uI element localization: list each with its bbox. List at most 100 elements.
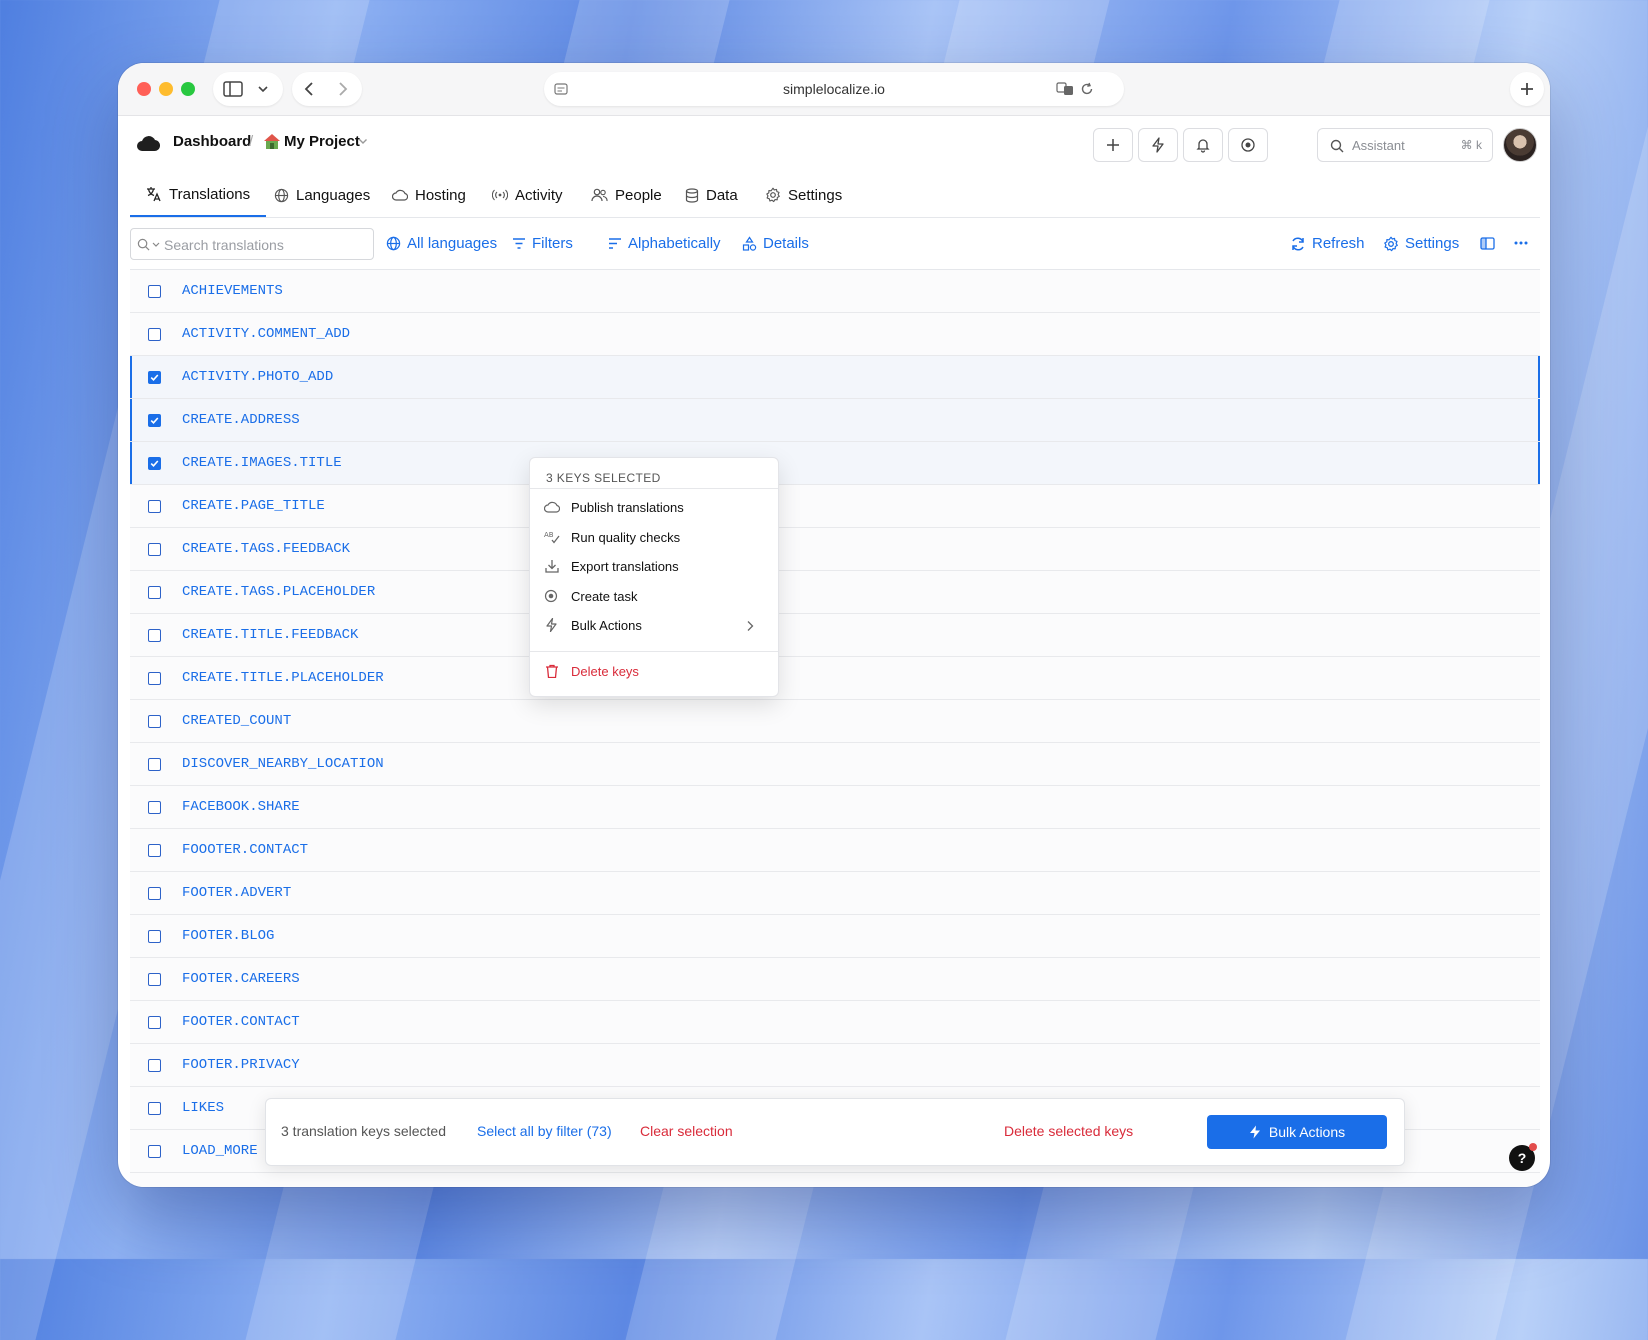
row-checkbox[interactable] [148, 285, 161, 298]
sort-button[interactable]: Alphabetically [608, 235, 721, 252]
row-checkbox[interactable] [148, 586, 161, 599]
notifications-button[interactable] [1183, 128, 1223, 162]
tab-settings[interactable]: Settings [765, 173, 842, 217]
tab-hosting[interactable]: Hosting [392, 173, 466, 217]
tasks-button[interactable] [1228, 128, 1268, 162]
table-row[interactable]: ACHIEVEMENTS [130, 270, 1540, 313]
translation-key[interactable]: CREATE.IMAGES.TITLE [182, 455, 342, 471]
row-checkbox[interactable] [148, 930, 161, 943]
translate-page-icon[interactable] [1056, 82, 1074, 96]
tab-data[interactable]: Data [685, 173, 738, 217]
view-settings-button[interactable]: Settings [1383, 235, 1459, 252]
row-checkbox[interactable] [148, 543, 161, 556]
row-checkbox[interactable] [148, 973, 161, 986]
translation-key[interactable]: FOOTER.ADVERT [182, 885, 291, 901]
user-avatar[interactable] [1503, 128, 1537, 162]
back-icon[interactable] [302, 81, 318, 97]
all-languages-button[interactable]: All languages [386, 235, 497, 252]
table-row[interactable]: CREATE.TITLE.PLACEHOLDER [130, 657, 1540, 700]
row-checkbox[interactable] [148, 629, 161, 642]
translation-key[interactable]: CREATE.TAGS.PLACEHOLDER [182, 584, 375, 600]
translation-key[interactable]: ACHIEVEMENTS [182, 283, 283, 299]
forward-icon[interactable] [334, 81, 350, 97]
breadcrumb-dashboard[interactable]: Dashboard [173, 133, 251, 150]
translation-key[interactable]: LIKES [182, 1100, 224, 1116]
automations-button[interactable] [1138, 128, 1178, 162]
breadcrumb-project[interactable]: My Project [284, 133, 360, 150]
table-row[interactable]: CREATE.TAGS.PLACEHOLDER [130, 571, 1540, 614]
menu-item-run-quality-checks[interactable]: AB Run quality checks [530, 523, 778, 553]
table-row[interactable]: LOGIN.SITE_AUTHOR [130, 1173, 1540, 1187]
minimize-window-button[interactable] [159, 82, 173, 96]
zoom-window-button[interactable] [181, 82, 195, 96]
translation-key[interactable]: FOOTER.CONTACT [182, 1014, 300, 1030]
translation-key[interactable]: FOOTER.CAREERS [182, 971, 300, 987]
row-checkbox[interactable] [148, 715, 161, 728]
row-checkbox[interactable] [148, 1016, 161, 1029]
row-checkbox[interactable] [148, 844, 161, 857]
translation-key[interactable]: ACTIVITY.COMMENT_ADD [182, 326, 350, 342]
translation-key[interactable]: LOAD_MORE [182, 1143, 258, 1159]
filters-button[interactable]: Filters [512, 235, 573, 252]
more-options-button[interactable] [1513, 237, 1529, 249]
row-checkbox[interactable] [148, 328, 161, 341]
row-checkbox[interactable] [148, 887, 161, 900]
select-all-by-filter-link[interactable]: Select all by filter (73) [477, 1123, 612, 1139]
sidebar-icon[interactable] [223, 81, 243, 97]
reload-icon[interactable] [1080, 82, 1094, 96]
table-row[interactable]: CREATE.PAGE_TITLE [130, 485, 1540, 528]
translation-key[interactable]: FACEBOOK.SHARE [182, 799, 300, 815]
table-row[interactable]: CREATE.IMAGES.TITLE [130, 442, 1540, 485]
table-row[interactable]: ACTIVITY.PHOTO_ADD [130, 356, 1540, 399]
translation-key[interactable]: FOOTER.PRIVACY [182, 1057, 300, 1073]
row-checkbox[interactable] [148, 457, 161, 470]
row-checkbox[interactable] [148, 672, 161, 685]
row-checkbox[interactable] [148, 1145, 161, 1158]
translation-key[interactable]: LOGIN.SITE_AUTHOR [182, 1186, 325, 1187]
search-input[interactable]: Search translations [130, 228, 374, 260]
row-checkbox[interactable] [148, 801, 161, 814]
translation-key[interactable]: FOOOTER.CONTACT [182, 842, 308, 858]
toggle-panel-button[interactable] [1480, 237, 1495, 250]
table-row[interactable]: CREATE.TITLE.FEEDBACK [130, 614, 1540, 657]
details-button[interactable]: Details [742, 235, 809, 252]
tab-translations[interactable]: Translations [130, 173, 267, 217]
row-checkbox[interactable] [148, 1102, 161, 1115]
row-checkbox[interactable] [148, 758, 161, 771]
close-window-button[interactable] [137, 82, 151, 96]
translation-key[interactable]: ACTIVITY.PHOTO_ADD [182, 369, 333, 385]
table-row[interactable]: FOOTER.BLOG [130, 915, 1540, 958]
clear-selection-link[interactable]: Clear selection [640, 1123, 733, 1139]
menu-item-delete-keys[interactable]: Delete keys [530, 657, 778, 687]
translation-key[interactable]: DISCOVER_NEARBY_LOCATION [182, 756, 384, 772]
new-tab-button[interactable] [1510, 72, 1544, 106]
address-bar[interactable]: simplelocalize.io [544, 72, 1124, 106]
row-checkbox[interactable] [148, 500, 161, 513]
translation-key[interactable]: CREATE.TAGS.FEEDBACK [182, 541, 350, 557]
table-row[interactable]: FOOTER.CAREERS [130, 958, 1540, 1001]
menu-item-publish-translations[interactable]: Publish translations [530, 493, 778, 523]
assistant-search[interactable]: Assistant ⌘ k [1317, 128, 1493, 162]
tab-activity[interactable]: Activity [492, 173, 563, 217]
chevron-down-icon[interactable] [257, 83, 269, 95]
table-row[interactable]: FOOTER.CONTACT [130, 1001, 1540, 1044]
translation-key[interactable]: CREATE.PAGE_TITLE [182, 498, 325, 514]
table-row[interactable]: CREATED_COUNT [130, 700, 1540, 743]
menu-item-export-translations[interactable]: Export translations [530, 552, 778, 582]
table-row[interactable]: DISCOVER_NEARBY_LOCATION [130, 743, 1540, 786]
chevron-down-icon[interactable] [358, 136, 368, 146]
table-row[interactable]: FOOTER.ADVERT [130, 872, 1540, 915]
table-row[interactable]: FOOTER.PRIVACY [130, 1044, 1540, 1087]
tab-people[interactable]: People [591, 173, 662, 217]
table-row[interactable]: FACEBOOK.SHARE [130, 786, 1540, 829]
tab-languages[interactable]: Languages [274, 173, 370, 217]
row-checkbox[interactable] [148, 1059, 161, 1072]
table-row[interactable]: ACTIVITY.COMMENT_ADD [130, 313, 1540, 356]
translation-key[interactable]: CREATE.TITLE.FEEDBACK [182, 627, 358, 643]
menu-item-create-task[interactable]: Create task [530, 582, 778, 612]
translation-key[interactable]: CREATE.TITLE.PLACEHOLDER [182, 670, 384, 686]
menu-item-bulk-actions[interactable]: Bulk Actions [530, 611, 778, 641]
table-row[interactable]: CREATE.ADDRESS [130, 399, 1540, 442]
table-row[interactable]: FOOOTER.CONTACT [130, 829, 1540, 872]
bulk-actions-button[interactable]: Bulk Actions [1207, 1115, 1387, 1149]
